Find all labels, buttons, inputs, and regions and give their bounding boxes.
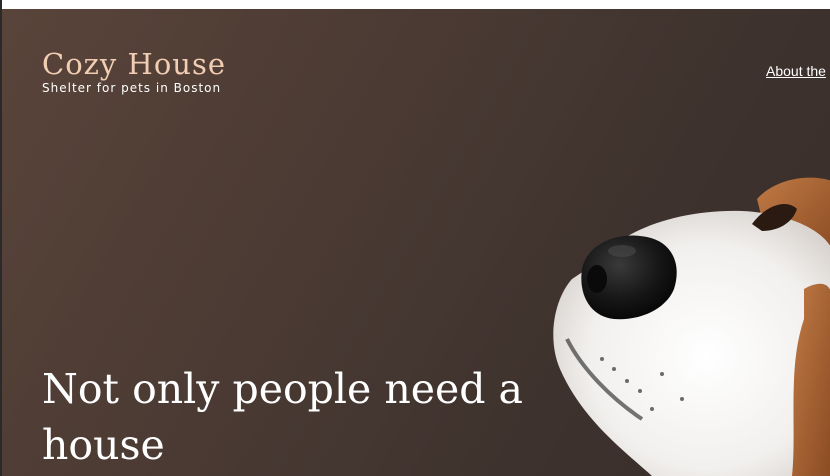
dog-nose-shine (608, 245, 636, 257)
hero-section: Cozy House Shelter for pets in Boston Ab… (2, 9, 830, 476)
dog-nostril (587, 265, 607, 293)
dog-image (553, 177, 830, 476)
page: Cozy House Shelter for pets in Boston Ab… (0, 0, 830, 476)
logo-subtitle: Shelter for pets in Boston (42, 81, 222, 95)
hero-headline: Not only people need a house (42, 365, 523, 469)
main-nav: About the (766, 63, 826, 81)
nav-link-about[interactable]: About the (766, 63, 826, 79)
logo[interactable]: Cozy House Shelter for pets in Boston (42, 47, 226, 95)
logo-title: Cozy House (42, 47, 226, 81)
